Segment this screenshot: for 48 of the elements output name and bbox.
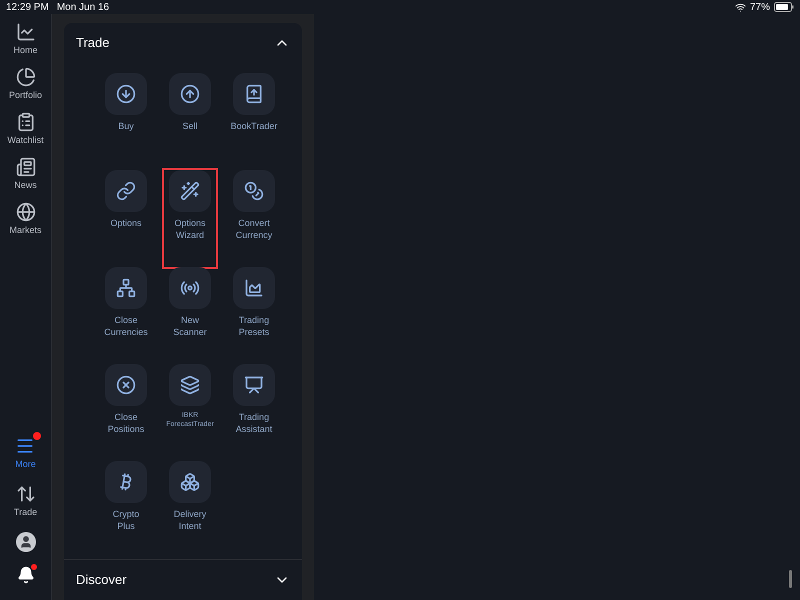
book-icon bbox=[244, 84, 264, 104]
trade-action[interactable]: Close Positions bbox=[94, 364, 158, 461]
wifi-icon bbox=[734, 2, 746, 12]
newspaper-icon bbox=[16, 157, 36, 177]
layers-icon bbox=[180, 375, 200, 395]
trade-action[interactable]: New Scanner bbox=[158, 267, 222, 364]
avatar-icon[interactable] bbox=[16, 532, 36, 552]
trade-action[interactable]: Delivery Intent bbox=[158, 461, 222, 558]
section-header[interactable]: Trade bbox=[64, 23, 302, 63]
wand-icon bbox=[180, 181, 200, 201]
pie-chart-icon bbox=[16, 67, 36, 87]
close-circle-icon bbox=[116, 375, 136, 395]
trade-action[interactable]: Trading Presets bbox=[222, 267, 286, 364]
trade-action[interactable]: Buy bbox=[94, 73, 158, 170]
chart-icon bbox=[244, 278, 264, 298]
arrow-up-circle-icon bbox=[180, 84, 200, 104]
nav-item[interactable]: Trade bbox=[6, 480, 46, 518]
battery-percent: 77% bbox=[750, 0, 770, 14]
trade-action[interactable]: Close Currencies bbox=[94, 267, 158, 364]
trade-action[interactable]: Options Wizard bbox=[164, 170, 216, 267]
trade-action[interactable]: Convert Currency bbox=[222, 170, 286, 267]
section-header[interactable]: Discover bbox=[64, 560, 302, 600]
coins-icon bbox=[244, 181, 264, 201]
globe-icon bbox=[16, 202, 36, 222]
status-date: Mon Jun 16 bbox=[56, 0, 110, 14]
trade-action[interactable]: BookTrader bbox=[222, 73, 286, 170]
trade-action[interactable]: Options bbox=[94, 170, 158, 267]
scroll-handle[interactable] bbox=[789, 570, 792, 588]
presentation-icon bbox=[244, 375, 264, 395]
up-down-arrows-icon bbox=[16, 484, 36, 504]
network-icon bbox=[116, 278, 136, 298]
bell-icon[interactable] bbox=[16, 566, 34, 584]
battery-icon bbox=[774, 2, 794, 12]
nav-item[interactable]: Portfolio bbox=[0, 63, 50, 101]
nav-item[interactable]: More bbox=[7, 432, 44, 470]
list-icon bbox=[16, 112, 36, 132]
nav-item[interactable]: Markets bbox=[2, 198, 50, 236]
nav-item[interactable]: Home bbox=[6, 18, 46, 56]
trade-action[interactable]: Crypto Plus bbox=[94, 461, 158, 558]
trade-action[interactable]: Sell bbox=[158, 73, 222, 170]
nav-item[interactable]: News bbox=[6, 153, 45, 191]
link-icon bbox=[116, 181, 136, 201]
chart-icon bbox=[16, 22, 36, 42]
arrow-down-circle-icon bbox=[116, 84, 136, 104]
trade-action[interactable]: Trading Assistant bbox=[222, 364, 286, 461]
bullion-icon bbox=[180, 472, 200, 492]
status-time: 12:29 PM bbox=[6, 0, 49, 14]
nav-item[interactable]: Watchlist bbox=[0, 108, 52, 146]
